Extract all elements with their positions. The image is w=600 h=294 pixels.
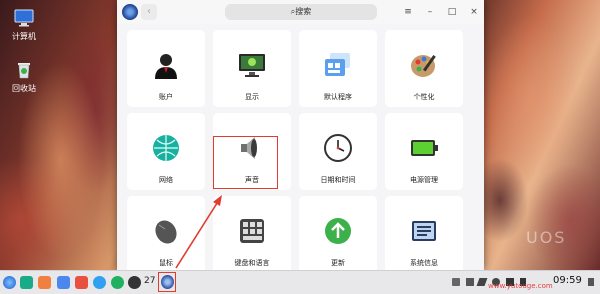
tray-folder-icon[interactable]	[452, 278, 460, 286]
annotation-arrow	[175, 195, 222, 269]
pen-icon[interactable]	[476, 278, 488, 286]
music-icon[interactable]	[111, 276, 124, 289]
video-icon[interactable]	[128, 276, 141, 289]
control-center-highlight-box	[158, 272, 176, 292]
calendar-icon[interactable]: 27	[144, 276, 155, 286]
watermark: www.yutouge.com	[488, 282, 553, 290]
mail-icon[interactable]	[75, 276, 88, 289]
clock[interactable]: 09:59	[553, 275, 582, 286]
notification-icon[interactable]	[588, 278, 594, 286]
launcher-icon[interactable]	[3, 276, 16, 289]
browser-icon[interactable]	[93, 276, 106, 289]
file-manager-icon[interactable]	[57, 276, 70, 289]
app-store-icon[interactable]	[38, 276, 51, 289]
usb-icon[interactable]	[466, 278, 474, 286]
terminal-icon[interactable]	[20, 276, 33, 289]
